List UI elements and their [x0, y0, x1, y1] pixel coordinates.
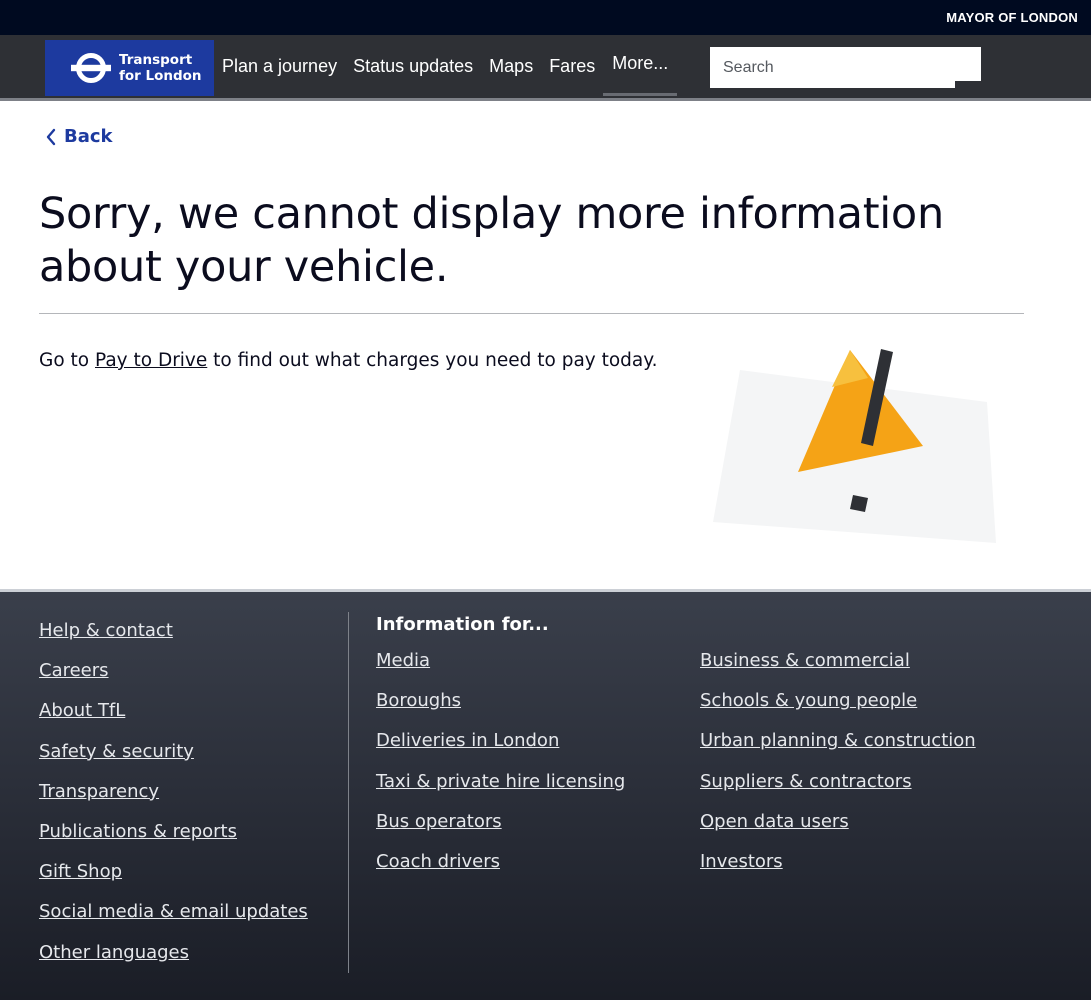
- footer-link-business[interactable]: Business & commercial: [700, 650, 976, 690]
- information-for-heading: Information for...: [376, 614, 549, 635]
- logo-line1: Transport: [119, 52, 193, 68]
- footer-col-general: Help & contact Careers About TfL Safety …: [39, 620, 308, 982]
- search-input[interactable]: [710, 47, 955, 88]
- main-navbar: Transport for London Plan a journey Stat…: [0, 35, 1091, 101]
- footer-link-open-data[interactable]: Open data users: [700, 811, 976, 851]
- chevron-left-icon: [46, 128, 56, 145]
- footer-link-safety-security[interactable]: Safety & security: [39, 741, 308, 781]
- info-text: Go to Pay to Drive to find out what char…: [39, 350, 657, 371]
- footer-link-suppliers[interactable]: Suppliers & contractors: [700, 771, 976, 811]
- footer-link-deliveries[interactable]: Deliveries in London: [376, 730, 625, 770]
- footer-link-transparency[interactable]: Transparency: [39, 781, 308, 821]
- tfl-logo-text: Transport for London: [119, 52, 202, 84]
- footer-col-info-left: Media Boroughs Deliveries in London Taxi…: [376, 650, 625, 891]
- footer-link-boroughs[interactable]: Boroughs: [376, 690, 625, 730]
- footer-link-media[interactable]: Media: [376, 650, 625, 690]
- top-strip: MAYOR OF LONDON: [0, 0, 1091, 35]
- footer-link-taxi-phv[interactable]: Taxi & private hire licensing: [376, 771, 625, 811]
- nav-plan-a-journey[interactable]: Plan a journey: [214, 35, 345, 98]
- search-box: [710, 47, 981, 88]
- nav-maps[interactable]: Maps: [481, 35, 541, 98]
- nav-fares[interactable]: Fares: [541, 35, 603, 98]
- footer-divider: [348, 612, 349, 973]
- back-label: Back: [64, 126, 113, 147]
- tfl-logo[interactable]: Transport for London: [45, 40, 214, 96]
- back-link[interactable]: Back: [44, 126, 113, 147]
- nav-more[interactable]: More...: [603, 32, 678, 96]
- info-prefix: Go to: [39, 350, 95, 371]
- footer-link-urban-planning[interactable]: Urban planning & construction: [700, 730, 976, 770]
- page-title: Sorry, we cannot display more informatio…: [39, 189, 944, 292]
- footer-link-publications-reports[interactable]: Publications & reports: [39, 821, 308, 861]
- footer-link-careers[interactable]: Careers: [39, 660, 308, 700]
- pay-to-drive-link[interactable]: Pay to Drive: [95, 350, 207, 371]
- footer-col-info-right: Business & commercial Schools & young pe…: [700, 650, 976, 891]
- footer-link-bus-operators[interactable]: Bus operators: [376, 811, 625, 851]
- footer-link-help-contact[interactable]: Help & contact: [39, 620, 308, 660]
- footer-link-gift-shop[interactable]: Gift Shop: [39, 861, 308, 901]
- tfl-roundel-icon: [71, 53, 111, 83]
- primary-nav: Plan a journey Status updates Maps Fares…: [214, 32, 678, 98]
- warning-illustration: [713, 349, 996, 543]
- mayor-of-london-link[interactable]: MAYOR OF LONDON: [946, 10, 1078, 25]
- info-suffix: to find out what charges you need to pay…: [207, 350, 658, 371]
- footer-link-about-tfl[interactable]: About TfL: [39, 700, 308, 740]
- title-divider: [39, 313, 1024, 314]
- footer-link-social-media[interactable]: Social media & email updates: [39, 901, 308, 941]
- footer-link-other-languages[interactable]: Other languages: [39, 942, 308, 982]
- logo-line2: for London: [119, 68, 202, 84]
- footer-link-coach-drivers[interactable]: Coach drivers: [376, 851, 625, 891]
- site-footer: Help & contact Careers About TfL Safety …: [0, 589, 1091, 1000]
- nav-status-updates[interactable]: Status updates: [345, 35, 481, 98]
- footer-link-schools[interactable]: Schools & young people: [700, 690, 976, 730]
- footer-link-investors[interactable]: Investors: [700, 851, 976, 891]
